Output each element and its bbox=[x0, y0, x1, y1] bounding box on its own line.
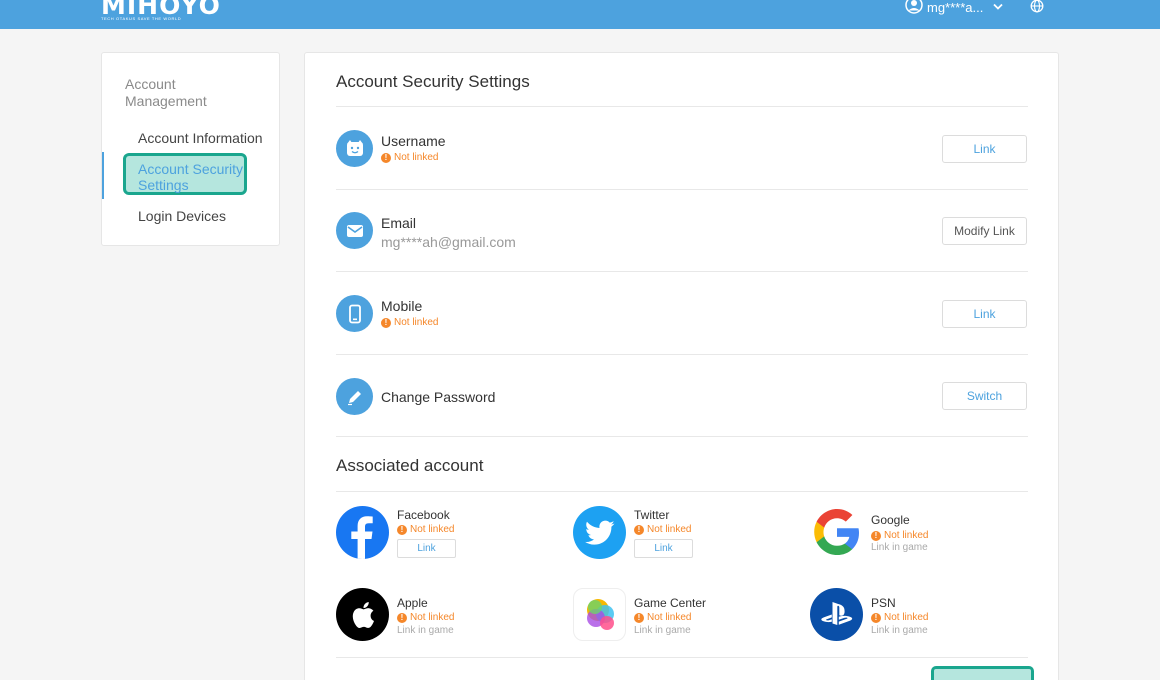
divider bbox=[336, 189, 1028, 190]
apple-name: Apple bbox=[397, 596, 428, 610]
game-center-icon bbox=[573, 588, 626, 641]
google-note: Link in game bbox=[871, 542, 928, 553]
psn-note: Link in game bbox=[871, 625, 928, 636]
face-icon bbox=[336, 130, 373, 167]
mobile-status-text: Not linked bbox=[394, 317, 439, 328]
game-center-status-text: Not linked bbox=[647, 612, 692, 623]
warning-icon: ! bbox=[634, 524, 644, 535]
facebook-status-text: Not linked bbox=[410, 524, 455, 535]
warning-icon: ! bbox=[397, 612, 407, 623]
warning-icon: ! bbox=[381, 152, 391, 163]
mobile-status: ! Not linked bbox=[381, 317, 438, 328]
divider bbox=[336, 657, 1028, 658]
pencil-icon bbox=[336, 378, 373, 415]
security-title: Account Security Settings bbox=[336, 72, 530, 91]
sidebar: Account Management Account Information A… bbox=[101, 52, 280, 246]
facebook-icon bbox=[336, 506, 389, 559]
divider bbox=[336, 491, 1028, 492]
change-password-title: Change Password bbox=[381, 389, 496, 405]
google-name: Google bbox=[871, 513, 910, 527]
warning-icon: ! bbox=[871, 530, 881, 541]
username-label: mg****a... bbox=[927, 0, 984, 15]
mail-icon bbox=[336, 212, 373, 249]
warning-icon: ! bbox=[381, 317, 391, 328]
email-title: Email bbox=[381, 215, 417, 231]
game-center-status: ! Not linked bbox=[634, 612, 691, 623]
game-center-note: Link in game bbox=[634, 625, 691, 636]
apple-icon bbox=[336, 588, 389, 641]
username-status-text: Not linked bbox=[394, 152, 439, 163]
psn-name: PSN bbox=[871, 596, 896, 610]
highlight-box bbox=[931, 666, 1034, 680]
chevron-down-icon bbox=[993, 3, 1004, 10]
sidebar-item-account-information[interactable]: Account Information bbox=[138, 130, 263, 146]
divider bbox=[336, 436, 1028, 437]
twitter-name: Twitter bbox=[634, 508, 670, 522]
user-menu[interactable]: mg****a... bbox=[905, 0, 1004, 15]
apple-status-text: Not linked bbox=[410, 612, 455, 623]
associated-title: Associated account bbox=[336, 456, 484, 475]
top-bar: MIHOYO TECH OTAKUS SAVE THE WORLD mg****… bbox=[0, 0, 1160, 29]
phone-icon bbox=[336, 295, 373, 332]
google-icon bbox=[810, 506, 863, 559]
logo-tagline: TECH OTAKUS SAVE THE WORLD bbox=[101, 16, 182, 21]
warning-icon: ! bbox=[397, 524, 407, 535]
facebook-link-button[interactable]: Link bbox=[397, 539, 456, 558]
change-password-switch-button[interactable]: Switch bbox=[942, 382, 1027, 410]
email-modify-link-button[interactable]: Modify Link bbox=[942, 217, 1027, 245]
twitter-status-text: Not linked bbox=[647, 524, 692, 535]
facebook-name: Facebook bbox=[397, 508, 450, 522]
psn-status: ! Not linked bbox=[871, 612, 928, 623]
apple-note: Link in game bbox=[397, 625, 454, 636]
twitter-link-button[interactable]: Link bbox=[634, 539, 693, 558]
divider bbox=[336, 271, 1028, 272]
mobile-link-button[interactable]: Link bbox=[942, 300, 1027, 328]
psn-status-text: Not linked bbox=[884, 612, 929, 623]
game-center-name: Game Center bbox=[634, 596, 707, 610]
globe-icon[interactable] bbox=[1030, 0, 1044, 13]
apple-status: ! Not linked bbox=[397, 612, 454, 623]
username-title: Username bbox=[381, 133, 446, 149]
psn-icon bbox=[810, 588, 863, 641]
warning-icon: ! bbox=[634, 612, 644, 623]
twitter-status: ! Not linked bbox=[634, 524, 691, 535]
divider bbox=[336, 106, 1028, 107]
main-panel: Account Security Settings Username ! Not … bbox=[304, 52, 1059, 680]
sidebar-item-login-devices[interactable]: Login Devices bbox=[138, 208, 226, 224]
mobile-title: Mobile bbox=[381, 298, 423, 314]
divider bbox=[336, 354, 1028, 355]
warning-icon: ! bbox=[871, 612, 881, 623]
username-status: ! Not linked bbox=[381, 152, 438, 163]
sidebar-item-account-security-settings[interactable]: Account Security Settings bbox=[138, 161, 248, 193]
username-link-button[interactable]: Link bbox=[942, 135, 1027, 163]
email-value: mg****ah@gmail.com bbox=[381, 234, 516, 250]
active-indicator bbox=[102, 152, 104, 199]
google-status: ! Not linked bbox=[871, 530, 928, 541]
google-status-text: Not linked bbox=[884, 530, 929, 541]
sidebar-heading: Account Management bbox=[125, 76, 207, 109]
facebook-status: ! Not linked bbox=[397, 524, 454, 535]
user-avatar-icon bbox=[905, 0, 923, 14]
twitter-icon bbox=[573, 506, 626, 559]
